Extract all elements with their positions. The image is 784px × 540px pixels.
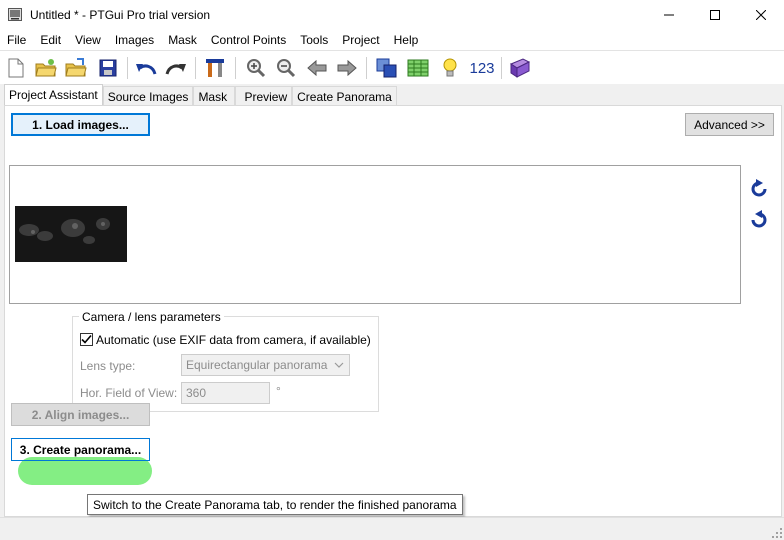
chevron-down-icon: [334, 362, 344, 368]
menu-images[interactable]: Images: [108, 30, 161, 50]
toolbar-separator: [195, 57, 196, 79]
forward-arrow-icon: [337, 59, 357, 77]
menu-control-points[interactable]: Control Points: [204, 30, 293, 50]
fov-unit: °: [276, 384, 281, 398]
tab-source-images[interactable]: Source Images: [102, 86, 194, 106]
redo-icon: [165, 64, 186, 75]
redo-button[interactable]: [163, 56, 189, 80]
align-images-button[interactable]: 2. Align images...: [11, 403, 150, 426]
menu-mask[interactable]: Mask: [161, 30, 204, 50]
advanced-button[interactable]: Advanced >>: [685, 113, 774, 136]
back-arrow-icon: [307, 59, 327, 77]
save-button[interactable]: [95, 56, 121, 80]
menu-file[interactable]: File: [0, 30, 33, 50]
tools-icon: [206, 59, 224, 77]
window-title: Untitled * - PTGui Pro trial version: [30, 8, 211, 22]
minimize-icon: [664, 14, 674, 16]
create-panorama-button[interactable]: 3. Create panorama...: [11, 438, 150, 461]
main-area: Project Assistant Source Images Mask Pre…: [0, 84, 784, 540]
resize-grip-icon[interactable]: [772, 528, 782, 538]
help-button[interactable]: [507, 56, 533, 80]
new-project-button[interactable]: [3, 56, 29, 80]
close-icon: [756, 10, 766, 20]
create-panorama-tooltip: Switch to the Create Panorama tab, to re…: [87, 494, 463, 515]
open-project-button[interactable]: [33, 56, 59, 80]
lens-type-label: Lens type:: [80, 359, 136, 373]
fov-input[interactable]: 360: [181, 382, 270, 404]
table-editor-icon: [407, 59, 429, 77]
tips-button[interactable]: [437, 56, 463, 80]
lens-type-select[interactable]: Equirectangular panorama: [181, 354, 350, 376]
camera-lens-group-title: Camera / lens parameters: [79, 310, 224, 324]
tab-preview[interactable]: Preview: [235, 86, 293, 106]
maximize-button[interactable]: [692, 0, 738, 30]
tab-create-panorama[interactable]: Create Panorama: [292, 86, 397, 106]
zoom-in-icon: [247, 59, 266, 78]
tab-project-assistant[interactable]: Project Assistant: [4, 84, 103, 106]
toolbar: 123: [0, 50, 784, 84]
tab-bar: Project Assistant Source Images Mask Pre…: [4, 84, 397, 106]
numbers-icon: 123: [469, 59, 495, 77]
close-button[interactable]: [738, 0, 784, 30]
toolbar-separator: [366, 57, 367, 79]
automatic-exif-checkbox[interactable]: [80, 333, 93, 346]
menu-help[interactable]: Help: [387, 30, 426, 50]
open-folder-icon: [35, 59, 57, 77]
new-file-icon: [8, 58, 24, 78]
image-thumbnail[interactable]: [15, 206, 127, 262]
panorama-editor-icon: [376, 58, 397, 78]
camera-lens-group: Camera / lens parameters Automatic (use …: [72, 310, 379, 412]
undo-button[interactable]: [133, 56, 159, 80]
tab-mask[interactable]: Mask: [193, 86, 236, 106]
app-icon: [8, 8, 22, 21]
checkmark-icon: [81, 334, 92, 344]
menu-edit[interactable]: Edit: [33, 30, 68, 50]
undo-icon: [136, 64, 157, 75]
maximize-icon: [710, 10, 720, 20]
load-images-button[interactable]: 1. Load images...: [11, 113, 150, 136]
table-editor-button[interactable]: [405, 56, 431, 80]
zoom-in-button[interactable]: [243, 56, 269, 80]
panorama-editor-button[interactable]: [374, 56, 400, 80]
minimize-button[interactable]: [646, 0, 692, 30]
help-book-icon: [509, 58, 531, 78]
tools-button[interactable]: [202, 56, 228, 80]
title-bar: Untitled * - PTGui Pro trial version: [0, 0, 784, 30]
project-assistant-panel: 1. Load images... Advanced >> Camera / l…: [4, 105, 782, 517]
lightbulb-icon: [443, 58, 457, 77]
lens-type-value: Equirectangular panorama: [186, 358, 328, 372]
back-button[interactable]: [304, 56, 330, 80]
panorama-thumbnail-image: [15, 206, 127, 262]
open-recent-button[interactable]: [63, 56, 89, 80]
fov-label: Hor. Field of View:: [80, 386, 178, 400]
menu-bar: File Edit View Images Mask Control Point…: [0, 30, 784, 50]
save-icon: [99, 59, 117, 77]
image-thumbnail-area[interactable]: [9, 165, 741, 304]
status-bar: [0, 517, 784, 540]
rotate-right-icon[interactable]: [749, 210, 769, 230]
toolbar-separator: [127, 57, 128, 79]
numeric-transform-button[interactable]: 123: [466, 56, 498, 80]
fov-value: 360: [186, 386, 207, 400]
menu-tools[interactable]: Tools: [293, 30, 335, 50]
toolbar-separator: [235, 57, 236, 79]
toolbar-separator: [501, 57, 502, 79]
automatic-exif-label[interactable]: Automatic (use EXIF data from camera, if…: [96, 333, 371, 347]
zoom-out-button[interactable]: [273, 56, 299, 80]
menu-view[interactable]: View: [68, 30, 108, 50]
zoom-out-icon: [277, 59, 296, 78]
open-recent-icon: [65, 58, 87, 77]
forward-button[interactable]: [334, 56, 360, 80]
rotate-left-icon[interactable]: [749, 179, 769, 199]
menu-project[interactable]: Project: [335, 30, 386, 50]
highlight-marker: [18, 457, 152, 485]
